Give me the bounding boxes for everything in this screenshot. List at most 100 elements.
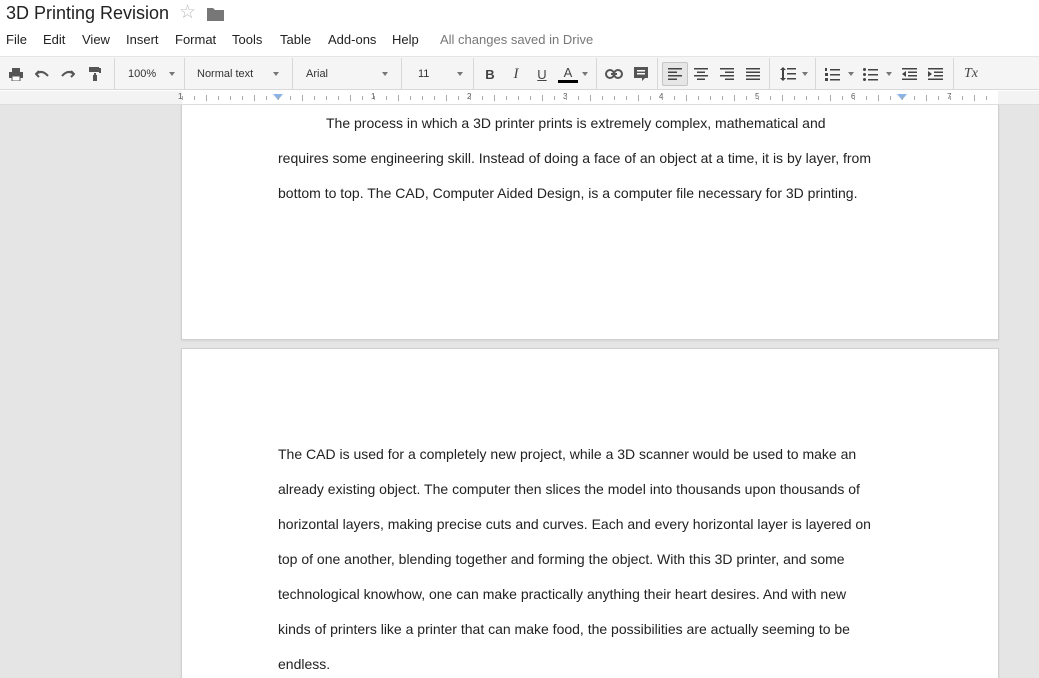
ruler-tick (530, 96, 531, 100)
ruler-tick (806, 96, 807, 100)
underline-button[interactable]: U (533, 62, 551, 86)
ruler-tick (722, 96, 723, 100)
ruler-tick (626, 96, 627, 100)
ruler-tick (758, 96, 759, 100)
menu-help[interactable]: Help (392, 32, 419, 47)
ruler-tick (326, 96, 327, 100)
ruler-margin-right (998, 91, 1039, 104)
text-color-chevron-down-icon (582, 72, 588, 76)
ruler-tick (854, 96, 855, 100)
star-icon[interactable]: ☆ (179, 3, 196, 23)
zoom-chevron-down-icon (169, 72, 175, 76)
align-right-icon[interactable] (717, 62, 737, 86)
align-center-icon[interactable] (691, 62, 711, 86)
text-line: bottom to top. The CAD, Computer Aided D… (278, 185, 858, 201)
ruler-tick (362, 96, 363, 100)
line-spacing-icon[interactable] (777, 62, 799, 86)
ruler-tick (782, 95, 783, 101)
font-value: Arial (306, 68, 329, 80)
ruler-tick (842, 96, 843, 100)
style-value: Normal text (197, 68, 254, 80)
ruler-tick (890, 96, 891, 100)
ruler-tick (866, 96, 867, 100)
toolbar-separator (596, 58, 597, 90)
ruler-tick (686, 95, 687, 101)
menu-addons[interactable]: Add-ons (328, 32, 376, 47)
text-color-button[interactable]: A (557, 62, 579, 86)
menu-format[interactable]: Format (175, 32, 216, 47)
ruler-tick (194, 96, 195, 100)
paint-format-icon[interactable] (85, 62, 105, 86)
ruler-tick (662, 96, 663, 100)
clear-formatting-button[interactable]: Tx (960, 62, 982, 86)
bulleted-list-icon[interactable] (860, 62, 880, 86)
font-select[interactable]: Arial (306, 62, 391, 86)
document-title[interactable]: 3D Printing Revision (6, 3, 169, 24)
justify-icon[interactable] (743, 62, 763, 86)
toolbar-separator (815, 58, 816, 90)
zoom-value: 100% (128, 68, 157, 80)
link-icon[interactable] (603, 62, 625, 86)
ruler-tick (938, 96, 939, 100)
ruler-tick (458, 96, 459, 100)
toolbar-separator (184, 58, 185, 90)
ruler-tick (470, 96, 471, 100)
ruler-tick (554, 96, 555, 100)
toolbar-separator (114, 58, 115, 90)
increase-indent-icon[interactable] (925, 62, 945, 86)
ruler-tick (902, 96, 903, 100)
ruler-tick (962, 96, 963, 100)
text-line: already existing object. The computer th… (278, 481, 860, 497)
text-line: kinds of printers like a printer that ca… (278, 621, 850, 637)
ruler-tick (614, 96, 615, 100)
ruler-tick (410, 96, 411, 100)
document-canvas[interactable]: The process in which a 3D printer prints… (0, 105, 1039, 678)
ruler: 1 1 2 3 4 5 6 7 (0, 91, 1039, 105)
bold-button[interactable]: B (481, 62, 499, 86)
size-chevron-down-icon (457, 72, 463, 76)
toolbar-separator (657, 58, 658, 90)
font-size-value: 11 (418, 68, 430, 80)
text-line: top of one another, blending together an… (278, 551, 845, 567)
page[interactable]: The process in which a 3D printer prints… (181, 105, 999, 340)
toolbar-separator (473, 58, 474, 90)
ruler-tick (182, 96, 183, 100)
align-left-icon[interactable] (662, 62, 688, 86)
undo-icon[interactable] (32, 62, 52, 86)
menu-tools[interactable]: Tools (232, 32, 262, 47)
menu-file[interactable]: File (6, 32, 27, 47)
ruler-tick (254, 95, 255, 101)
ruler-tick (434, 96, 435, 100)
ruler-tick (950, 96, 951, 100)
decrease-indent-icon[interactable] (899, 62, 919, 86)
menu-edit[interactable]: Edit (43, 32, 65, 47)
redo-icon[interactable] (58, 62, 78, 86)
toolbar: 100% Normal text Arial 11 B I U A Tx (0, 56, 1039, 90)
ruler-tick (398, 95, 399, 101)
font-chevron-down-icon (382, 72, 388, 76)
menu-bar: File Edit View Insert Format Tools Table… (0, 30, 1039, 50)
ruler-tick (218, 96, 219, 100)
numbered-list-icon[interactable] (822, 62, 842, 86)
ruler-tick (770, 96, 771, 100)
italic-button[interactable]: I (507, 62, 525, 86)
ruler-tick (578, 96, 579, 100)
print-icon[interactable] (6, 62, 26, 86)
ruler-tick (650, 96, 651, 100)
ruler-tick (542, 95, 543, 101)
toolbar-separator (769, 58, 770, 90)
folder-icon[interactable] (207, 7, 224, 21)
ruler-tick (974, 95, 975, 101)
text-line: The CAD is used for a completely new pro… (278, 446, 857, 462)
ruler-tick (878, 95, 879, 101)
menu-insert[interactable]: Insert (126, 32, 159, 47)
menu-table[interactable]: Table (280, 32, 311, 47)
ruler-tick (374, 96, 375, 100)
comment-icon[interactable] (631, 62, 651, 86)
ruler-tick (590, 95, 591, 101)
toolbar-separator (953, 58, 954, 90)
ruler-tick (386, 96, 387, 100)
menu-view[interactable]: View (82, 32, 110, 47)
ruler-tick (266, 96, 267, 100)
page[interactable]: The CAD is used for a completely new pro… (181, 348, 999, 678)
